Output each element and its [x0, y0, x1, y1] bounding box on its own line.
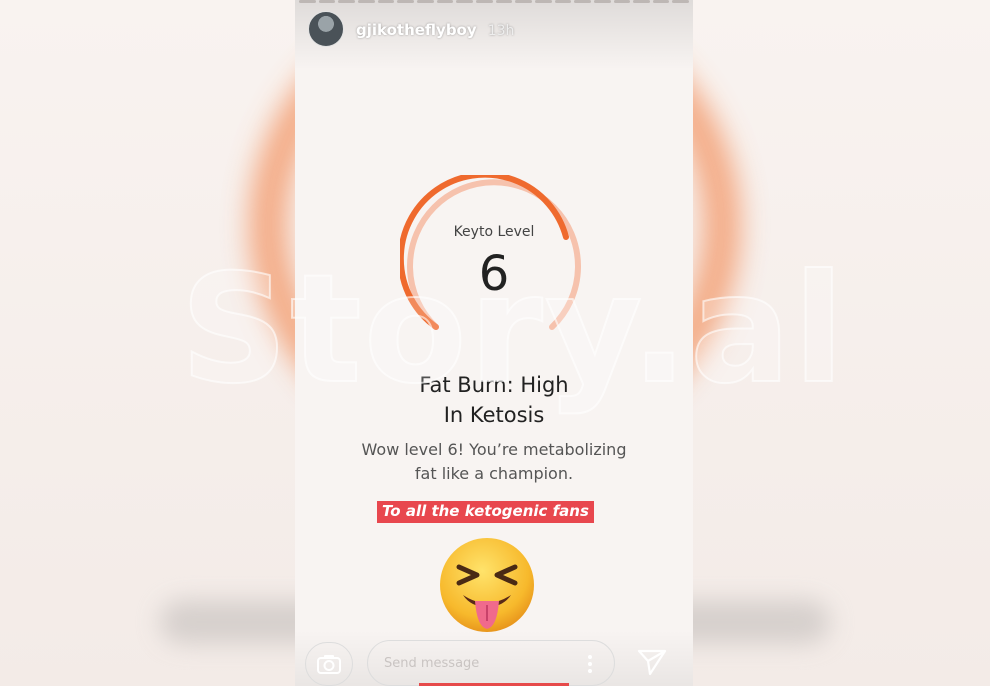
gauge-label: Keyto Level	[453, 224, 535, 240]
message-placeholder: Send message	[384, 655, 480, 671]
description-line-1: Wow level 6! You’re metabolizing	[361, 440, 627, 459]
gauge-value: 6	[478, 246, 510, 302]
message-input[interactable]: Send message	[367, 640, 615, 686]
story-frame[interactable]: gjikotheflyboy 13h Keyto Level 6 Fat Bur…	[295, 0, 693, 686]
status-text: Fat Burn: High In Ketosis	[295, 370, 693, 430]
description: Wow level 6! You’re metabolizing fat lik…	[295, 438, 693, 486]
story-progress	[299, 0, 690, 3]
description-line-2: fat like a champion.	[414, 464, 574, 483]
avatar[interactable]	[308, 11, 344, 47]
send-icon[interactable]	[637, 648, 667, 676]
status-line-2: In Ketosis	[443, 403, 545, 427]
username[interactable]: gjikotheflyboy	[356, 21, 477, 39]
camera-icon	[317, 655, 341, 674]
story-header: gjikotheflyboy 13h	[308, 11, 514, 47]
more-vertical-icon[interactable]	[588, 655, 592, 673]
text-sticker: To all the ketogenic fans	[377, 501, 594, 523]
post-time: 13h	[487, 22, 515, 39]
squinting-tongue-emoji-icon	[440, 538, 534, 632]
status-line-1: Fat Burn: High	[419, 373, 569, 397]
camera-button[interactable]	[305, 642, 353, 686]
